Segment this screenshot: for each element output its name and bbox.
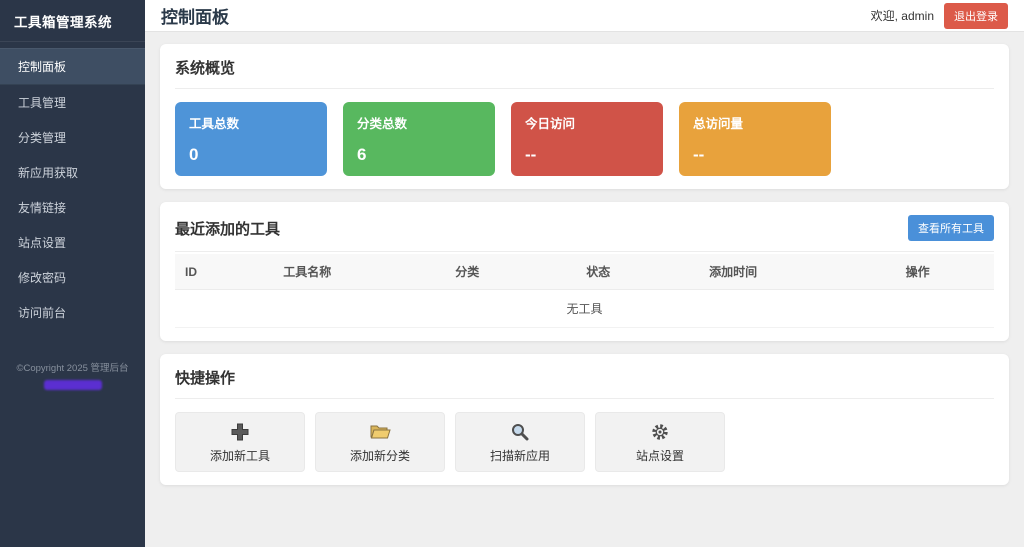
site-settings-button[interactable]: 站点设置: [595, 412, 725, 472]
stat-value: --: [693, 145, 705, 164]
column-category: 分类: [445, 254, 577, 290]
app-title: 工具箱管理系统: [0, 0, 145, 42]
column-tool-name: 工具名称: [273, 254, 446, 290]
stat-label: 工具总数: [189, 117, 240, 131]
column-actions: 操作: [895, 254, 994, 290]
recent-tools-table: ID 工具名称 分类 状态 添加时间 操作 无工具: [175, 254, 994, 328]
stat-label: 分类总数: [357, 117, 408, 131]
sidebar-item-dashboard[interactable]: 控制面板: [0, 48, 145, 85]
page-title: 控制面板: [161, 8, 229, 27]
gear-icon: [649, 421, 671, 443]
recent-tools-title: 最近添加的工具: [175, 220, 281, 238]
action-label: 添加新分类: [349, 448, 410, 463]
table-empty-row: 无工具: [175, 289, 994, 328]
column-add-time: 添加时间: [699, 254, 896, 290]
plus-icon: [229, 421, 251, 443]
main-column: 控制面板 欢迎, admin 退出登录 系统概览 工具总数 0 分类总数 6 今…: [145, 0, 1024, 547]
welcome-text: 欢迎, admin: [870, 9, 934, 23]
sidebar-item-tools[interactable]: 工具管理: [0, 85, 145, 120]
copyright-text: ©Copyright 2025 管理后台: [16, 363, 129, 374]
add-category-button[interactable]: 添加新分类: [315, 412, 445, 472]
header-right: 欢迎, admin 退出登录: [870, 2, 1008, 29]
column-status: 状态: [576, 254, 700, 290]
stat-card-total-categories: 分类总数 6: [343, 102, 495, 176]
recent-tools-header: 最近添加的工具 查看所有工具: [175, 215, 994, 252]
quick-actions-card: 快捷操作 添加新工具 添加新分类 扫描新应用 站点设置: [160, 354, 1009, 485]
sidebar-item-new-apps[interactable]: 新应用获取: [0, 155, 145, 190]
quick-actions-title: 快捷操作: [175, 367, 994, 399]
view-all-tools-button[interactable]: 查看所有工具: [908, 215, 994, 241]
stats-row: 工具总数 0 分类总数 6 今日访问 -- 总访问量 --: [175, 102, 994, 176]
search-icon: [509, 421, 531, 443]
stat-value: 6: [357, 145, 367, 164]
sidebar-item-visit-frontend[interactable]: 访问前台: [0, 295, 145, 330]
logout-button[interactable]: 退出登录: [944, 2, 1008, 29]
sidebar-footer: ©Copyright 2025 管理后台: [0, 360, 145, 395]
action-label: 添加新工具: [209, 448, 270, 463]
sidebar-item-categories[interactable]: 分类管理: [0, 120, 145, 155]
sidebar-nav: 控制面板 工具管理 分类管理 新应用获取 友情链接 站点设置 修改密码 访问前台: [0, 48, 145, 330]
folder-icon: [369, 421, 391, 443]
stat-label: 今日访问: [525, 117, 576, 131]
stat-card-total-tools: 工具总数 0: [175, 102, 327, 176]
table-header-row: ID 工具名称 分类 状态 添加时间 操作: [175, 254, 994, 290]
stat-card-total-visits: 总访问量 --: [679, 102, 831, 176]
sidebar-item-site-settings[interactable]: 站点设置: [0, 225, 145, 260]
overview-title: 系统概览: [175, 57, 994, 89]
scan-apps-button[interactable]: 扫描新应用: [455, 412, 585, 472]
stat-value: --: [525, 145, 537, 164]
stat-value: 0: [189, 145, 199, 164]
quick-actions-row: 添加新工具 添加新分类 扫描新应用 站点设置: [175, 412, 994, 472]
stat-label: 总访问量: [693, 117, 744, 131]
action-label: 站点设置: [635, 448, 684, 463]
header-bar: 控制面板 欢迎, admin 退出登录: [145, 0, 1024, 32]
stat-card-today-visits: 今日访问 --: [511, 102, 663, 176]
main-content: 系统概览 工具总数 0 分类总数 6 今日访问 -- 总访问量 -- 最近添加的…: [145, 32, 1024, 547]
sidebar-item-friend-links[interactable]: 友情链接: [0, 190, 145, 225]
app-window: 工具箱管理系统 控制面板 工具管理 分类管理 新应用获取 友情链接 站点设置 修…: [0, 0, 1024, 547]
column-id: ID: [175, 254, 274, 290]
action-label: 扫描新应用: [489, 448, 550, 463]
empty-message: 无工具: [175, 289, 994, 328]
footer-link[interactable]: [43, 380, 102, 390]
recent-tools-card: 最近添加的工具 查看所有工具 ID 工具名称 分类 状态 添加时间 操作 无工具: [160, 202, 1009, 341]
overview-card: 系统概览 工具总数 0 分类总数 6 今日访问 -- 总访问量 --: [160, 44, 1009, 189]
add-tool-button[interactable]: 添加新工具: [175, 412, 305, 472]
sidebar: 工具箱管理系统 控制面板 工具管理 分类管理 新应用获取 友情链接 站点设置 修…: [0, 0, 145, 547]
sidebar-item-change-password[interactable]: 修改密码: [0, 260, 145, 295]
